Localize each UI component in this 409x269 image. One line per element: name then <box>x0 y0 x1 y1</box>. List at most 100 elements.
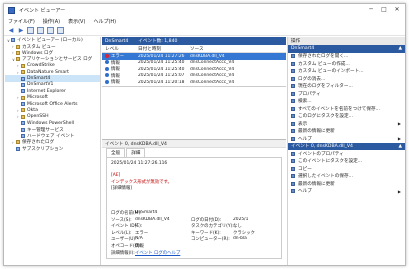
minimize-button[interactable]: ─ <box>366 6 376 13</box>
log-icon <box>21 134 25 139</box>
grid-header: レベル 日付と時刻 ソース <box>102 45 286 53</box>
property-label: キーワード(K): <box>191 230 221 236</box>
action-item[interactable]: カスタム ビューのインポート... <box>288 68 405 76</box>
folder-icon <box>21 63 25 68</box>
action-label: このログにタスクを設定... <box>298 114 353 120</box>
menu-bar: ファイル(F) 操作(A) 表示(V) ヘルプ(H) <box>4 17 405 26</box>
action-item[interactable]: 表示 ▶ <box>288 120 405 128</box>
action-item[interactable]: 最新の情報に更新 <box>288 128 405 136</box>
property-label: オペコード(O): <box>111 243 142 249</box>
action-item[interactable]: ヘルプ ▶ <box>288 188 405 196</box>
action-icon <box>291 189 295 194</box>
folder-icon <box>16 57 20 62</box>
tree-item[interactable]: サブスクリプション <box>5 146 100 152</box>
action-item[interactable]: コピー <box>288 165 405 173</box>
property-label: ユーザー(U): <box>111 237 137 243</box>
tree-item-label: ハードウェア イベント <box>27 134 75 140</box>
action-icon <box>291 61 295 66</box>
log-icon <box>21 127 25 132</box>
actions-title: 操作 <box>288 37 405 45</box>
event-datetime-cell: 2025/01/24 11:20:18 <box>138 79 185 85</box>
action-item[interactable]: イベントのプロパティ <box>288 150 405 158</box>
log-icon <box>21 82 25 87</box>
action-item[interactable]: このイベントにタスクを設定... <box>288 158 405 166</box>
action-item[interactable]: ログの消去... <box>288 75 405 83</box>
submenu-arrow-icon: ▶ <box>397 188 401 194</box>
event-level-cell: 情報 <box>102 66 138 72</box>
action-label: 保存されたログを開く... <box>298 54 349 60</box>
column-datetime[interactable]: 日付と時刻 <box>138 46 190 52</box>
log-icon <box>21 76 25 81</box>
detail-message-line: [詳細情報] <box>111 186 132 191</box>
property-label: コンピューター(R): <box>191 237 230 243</box>
action-item[interactable]: 保存されたログを開く... <box>288 53 405 61</box>
show-hide-tree-icon[interactable] <box>27 27 34 34</box>
action-item[interactable]: 現在のログをフィルター... <box>288 83 405 91</box>
tree-item-label: 保存されたログ <box>22 140 55 146</box>
property-label: 詳細情報(I): <box>111 250 135 256</box>
action-icon <box>291 121 295 126</box>
action-item[interactable]: このログにタスクを設定... <box>288 113 405 121</box>
action-item[interactable]: プロパティ <box>288 90 405 98</box>
property-value: dnsKDBA.dll_V4 <box>135 216 170 222</box>
back-arrow-icon[interactable]: ◀ <box>7 27 15 34</box>
column-source[interactable]: ソース <box>190 46 244 52</box>
close-button[interactable]: ✕ <box>392 6 402 13</box>
maximize-button[interactable]: □ <box>379 6 389 13</box>
log-icon <box>21 89 25 94</box>
event-row[interactable]: 情報 2025/01/24 11:20:18 dnsConnectAccc_V4 <box>102 79 286 86</box>
action-label: ログの消去... <box>298 76 326 82</box>
property-value: 2025/1 <box>233 216 249 222</box>
log-icon <box>21 102 25 107</box>
action-icon <box>291 174 295 179</box>
action-item[interactable]: ヘルプ ▶ <box>288 135 405 143</box>
menu-file[interactable]: ファイル(F) <box>8 18 35 25</box>
actions-section-log[interactable]: DnSmart4 ▲ <box>288 45 405 53</box>
tab-details[interactable]: 詳細 <box>126 148 146 157</box>
property-label <box>191 210 233 217</box>
event-viewer-icon <box>8 6 15 14</box>
show-hide-action-pane-icon[interactable] <box>57 27 64 34</box>
event-level-cell: エラー <box>102 53 138 59</box>
collapse-icon[interactable]: ▲ <box>398 144 402 149</box>
menu-help[interactable]: ヘルプ(H) <box>93 18 116 25</box>
folder-icon <box>16 140 20 145</box>
log-icon <box>11 38 15 43</box>
column-level[interactable]: レベル <box>102 46 138 52</box>
tree-item-label: Microsoft Office Alerts <box>27 101 78 107</box>
property-row: イベント ID(E): 0 タスクのカテゴリ(Y): なし <box>111 223 281 230</box>
action-label: 最新の情報に更新 <box>298 129 335 135</box>
event-level-text: 情報 <box>111 80 120 86</box>
event-level-cell: 情報 <box>102 73 138 79</box>
action-icon <box>291 159 295 164</box>
action-item[interactable]: 検索... <box>288 98 405 106</box>
event-log-help-link[interactable]: イベント ログのヘルプ <box>135 250 191 257</box>
forward-arrow-icon[interactable]: ▶ <box>17 27 25 34</box>
action-item[interactable]: 最新の情報に更新 <box>288 180 405 188</box>
property-row: ユーザー(U): N/A コンピューター(R): dn-bla <box>111 236 281 243</box>
window-title: イベント ビューアー <box>19 7 66 14</box>
actions-section-event[interactable]: イベント 0, dnsKDBA.dll_V4 ▲ <box>288 142 405 150</box>
tree-item-label: Okta <box>27 107 38 113</box>
action-label: プロパティ <box>298 91 321 97</box>
info-icon <box>105 60 109 65</box>
folder-icon <box>21 108 25 113</box>
property-row: ソース(S): dnsKDBA.dll_V4 ログの日付(D): 2025/1 <box>111 217 281 224</box>
action-label: 検索... <box>298 99 312 105</box>
action-item[interactable]: 選択したイベントの保存... <box>288 173 405 181</box>
navigation-tree: ∨ イベント ビューアー (ローカル) › カスタム ビュー › Windows ログ ∨ ア… <box>5 37 101 265</box>
property-row: 詳細情報(I): イベント ログのヘルプ <box>111 250 281 257</box>
properties-icon[interactable] <box>37 27 44 34</box>
help-icon[interactable] <box>47 27 54 34</box>
tree-item-label: Windows ログ <box>22 50 54 56</box>
menu-view[interactable]: 表示(V) <box>68 18 85 25</box>
action-label: ヘルプ <box>298 189 312 195</box>
action-item[interactable]: カスタム ビューの作成... <box>288 60 405 68</box>
tab-general[interactable]: 全般 <box>106 148 126 157</box>
collapse-icon[interactable]: ▲ <box>398 46 402 51</box>
action-icon <box>291 54 295 59</box>
event-datetime-cell: 2025/01/24 11:25:07 <box>138 73 185 79</box>
action-item[interactable]: すべてのイベントを名前をつけて保存... <box>288 105 405 113</box>
menu-action[interactable]: 操作(A) <box>43 18 60 25</box>
action-label: 現在のログをフィルター... <box>298 84 353 90</box>
